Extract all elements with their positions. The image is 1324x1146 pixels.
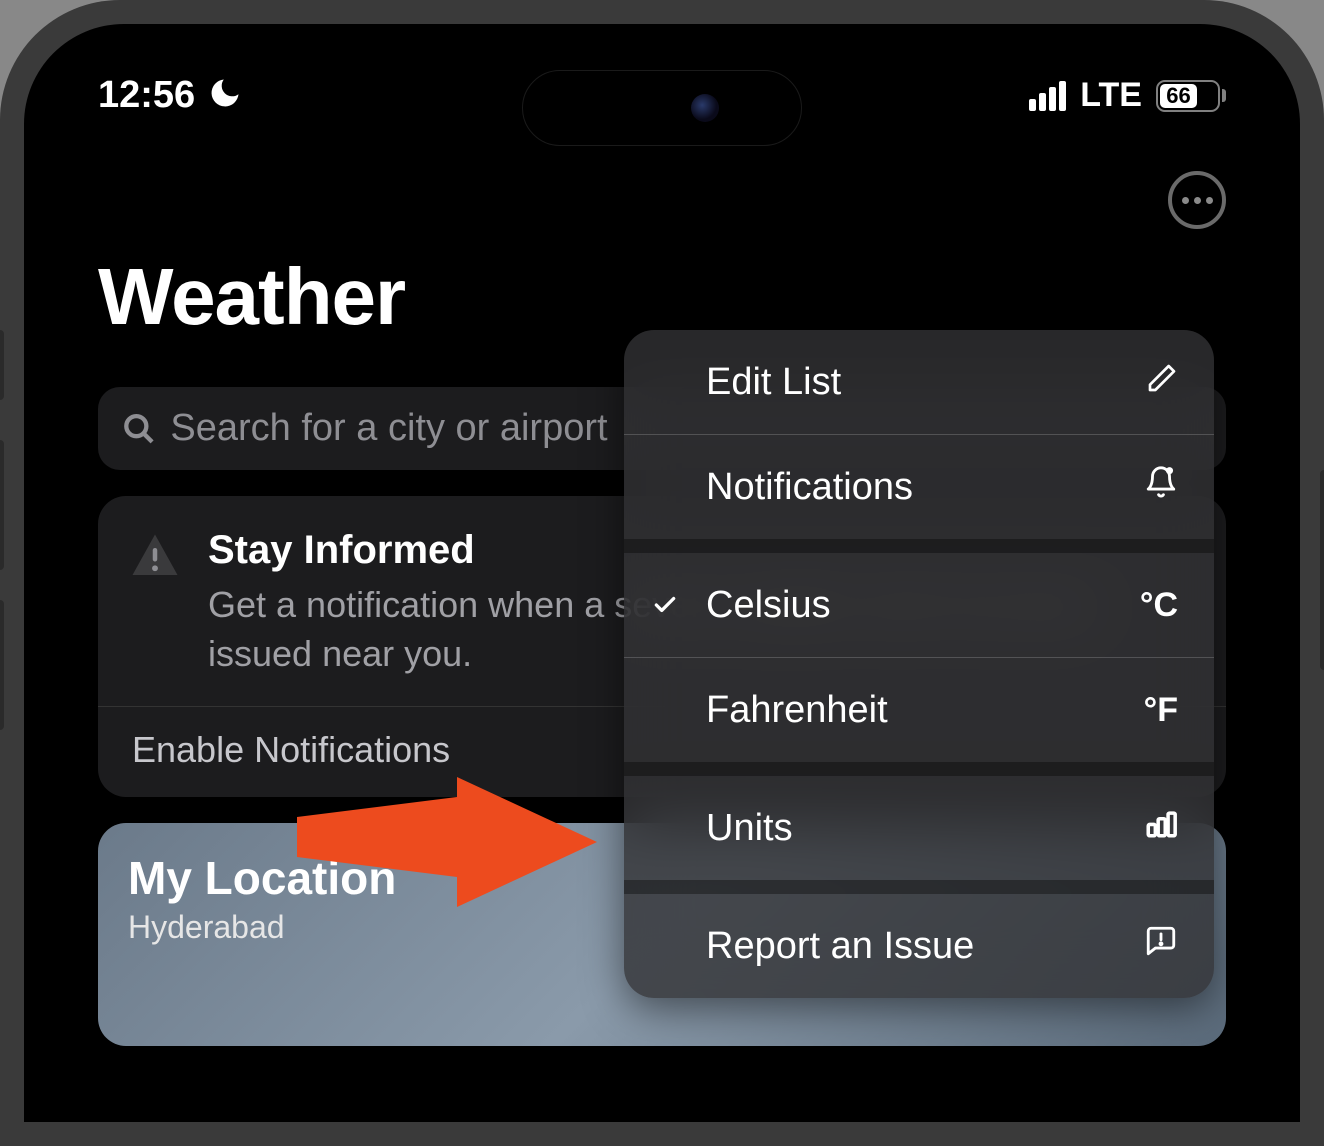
menu-label: Celsius	[706, 584, 831, 627]
pencil-icon	[1146, 361, 1178, 404]
battery-icon: 66	[1156, 80, 1226, 112]
phone-bezel: 12:56 LTE 66	[24, 24, 1300, 1122]
checkmark-icon	[650, 592, 680, 618]
volume-down-button	[0, 600, 4, 730]
menu-label: Edit List	[706, 361, 841, 404]
mute-switch	[0, 330, 4, 400]
menu-item-fahrenheit[interactable]: Fahrenheit °F	[624, 658, 1214, 762]
menu-label: Notifications	[706, 466, 913, 509]
menu-item-report-issue[interactable]: Report an Issue	[624, 894, 1214, 998]
report-icon	[1144, 924, 1178, 968]
celsius-symbol: °C	[1140, 586, 1178, 625]
menu-item-celsius[interactable]: Celsius °C	[624, 553, 1214, 657]
phone-frame: 12:56 LTE 66	[0, 0, 1324, 1146]
options-menu: Edit List Notifications	[624, 330, 1214, 998]
bars-icon	[1144, 806, 1178, 850]
status-right: LTE 66	[1029, 76, 1226, 115]
menu-label: Fahrenheit	[706, 689, 888, 732]
network-label: LTE	[1080, 76, 1142, 115]
front-camera	[691, 94, 719, 122]
power-button	[1320, 470, 1324, 670]
menu-item-units[interactable]: Units	[624, 776, 1214, 880]
battery-percent: 66	[1160, 84, 1197, 108]
volume-up-button	[0, 440, 4, 570]
warning-icon	[128, 528, 182, 678]
screen: 12:56 LTE 66	[42, 42, 1282, 1122]
fahrenheit-symbol: °F	[1144, 691, 1178, 730]
menu-item-edit-list[interactable]: Edit List	[624, 330, 1214, 434]
menu-label: Report an Issue	[706, 925, 974, 968]
status-left: 12:56	[98, 74, 243, 117]
menu-item-notifications[interactable]: Notifications	[624, 435, 1214, 539]
ellipsis-icon	[1182, 197, 1189, 204]
status-bar: 12:56 LTE 66	[42, 42, 1282, 135]
menu-label: Units	[706, 807, 793, 850]
status-time: 12:56	[98, 74, 195, 117]
search-icon	[122, 411, 156, 447]
bell-icon	[1144, 465, 1178, 509]
dynamic-island	[522, 70, 802, 146]
more-button[interactable]	[1168, 171, 1226, 229]
do-not-disturb-icon	[207, 75, 243, 117]
cellular-signal-icon	[1029, 81, 1066, 111]
